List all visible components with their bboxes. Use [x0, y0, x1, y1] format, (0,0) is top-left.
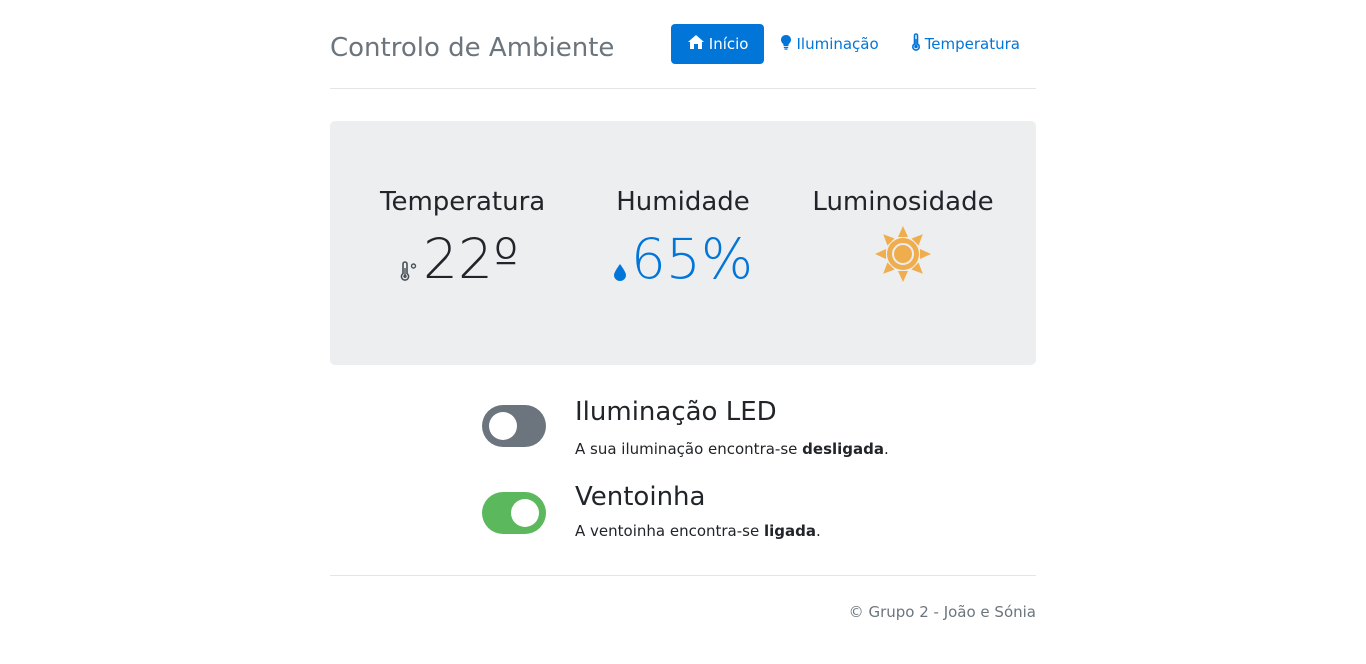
lightbulb-icon — [780, 34, 796, 54]
temperature-value: 22º — [423, 227, 519, 291]
luminosity-title: Luminosidade — [812, 187, 994, 217]
led-title: Iluminação LED — [575, 397, 777, 427]
fan-title: Ventoinha — [575, 482, 706, 512]
nav-item-inicio[interactable]: Início — [670, 24, 765, 64]
toggle-knob — [489, 412, 517, 440]
nav-item-temperatura[interactable]: Temperatura — [895, 24, 1036, 64]
humidity-value: 65% — [630, 227, 754, 291]
nav-item-label: Temperatura — [924, 35, 1020, 53]
fan-status-value: ligada — [763, 522, 816, 540]
sun-icon — [875, 226, 931, 282]
toggle-knob — [511, 499, 539, 527]
nav-item-label: Iluminação — [796, 35, 879, 53]
stats-panel: Temperatura 22º Humidade 65% Luminosidad… — [330, 121, 1036, 365]
thermometer-celsius-icon — [399, 261, 419, 281]
led-status-suffix: . — [884, 440, 889, 458]
nav-item-iluminacao[interactable]: Iluminação — [764, 24, 894, 64]
footer-copyright: © Grupo 2 - João e Sónia — [848, 603, 1036, 621]
temperature-title: Temperatura — [380, 187, 546, 217]
header: Controlo de Ambiente Início Iluminação T… — [330, 0, 1036, 89]
led-status-prefix: A sua iluminação encontra-se — [575, 440, 803, 458]
fan-status-text: A ventoinha encontra-se ligada. — [575, 522, 821, 540]
water-drop-icon — [613, 263, 627, 281]
home-icon — [687, 34, 709, 54]
led-status-value: desligada — [802, 440, 884, 458]
led-status-text: A sua iluminação encontra-se desligada. — [575, 440, 889, 458]
nav-item-label: Início — [708, 35, 749, 53]
temperature-value-row: 22º — [380, 229, 538, 289]
fan-status-suffix: . — [816, 522, 821, 540]
humidity-stat: Humidade 65% — [610, 187, 756, 289]
temperature-stat: Temperatura 22º — [380, 187, 546, 289]
fan-status-prefix: A ventoinha encontra-se — [575, 522, 764, 540]
page-title: Controlo de Ambiente — [330, 33, 615, 63]
thermometer-icon — [911, 33, 925, 55]
humidity-value-row: 65% — [610, 229, 756, 289]
footer-divider — [330, 575, 1036, 576]
main-nav: Início Iluminação Temperatura — [670, 24, 1036, 64]
led-toggle[interactable] — [482, 405, 546, 447]
humidity-title: Humidade — [616, 187, 750, 217]
fan-toggle[interactable] — [482, 492, 546, 534]
luminosity-stat: Luminosidade — [808, 187, 998, 283]
